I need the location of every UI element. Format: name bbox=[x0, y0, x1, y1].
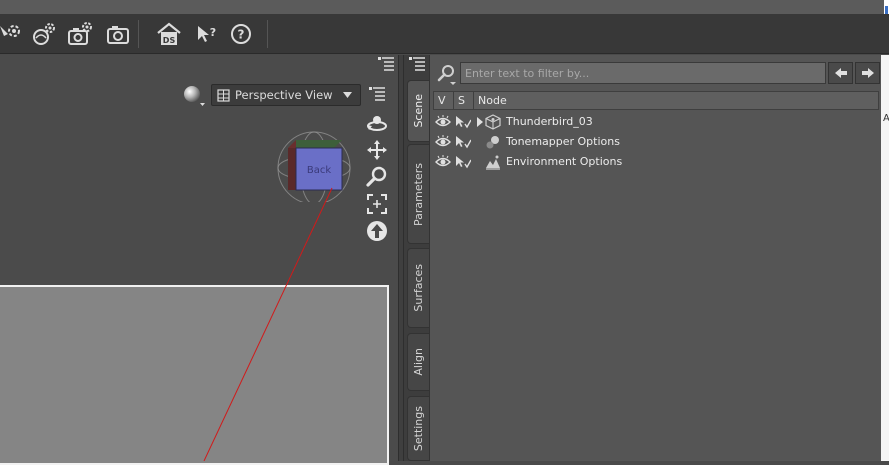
toolbar-separator bbox=[138, 20, 139, 48]
tab-surfaces[interactable]: Surfaces bbox=[407, 248, 429, 328]
arrow-left-icon bbox=[834, 68, 847, 78]
camera-settings-icon[interactable] bbox=[66, 20, 94, 48]
help-icon[interactable]: ? bbox=[227, 20, 255, 48]
draw-style-sphere-icon[interactable] bbox=[181, 84, 205, 108]
tab-surfaces-label: Surfaces bbox=[412, 264, 425, 312]
selectable-pointer-icon[interactable] bbox=[455, 155, 471, 169]
tab-align-label: Align bbox=[412, 348, 425, 376]
main-toolbar: DS ? ? bbox=[0, 14, 889, 54]
pan-icon[interactable] bbox=[365, 138, 389, 162]
selectable-column-header[interactable]: S bbox=[454, 92, 474, 109]
scene-node-label: Tonemapper Options bbox=[506, 135, 620, 148]
scene-node-label: Environment Options bbox=[506, 155, 623, 168]
expand-arrow-icon[interactable] bbox=[476, 117, 484, 127]
scene-node-row[interactable]: Tonemapper Options bbox=[433, 132, 879, 152]
tab-options-menu-icon[interactable] bbox=[409, 57, 425, 71]
tab-scene[interactable]: Scene bbox=[407, 80, 429, 142]
scene-tree-header: V S Node bbox=[433, 91, 879, 110]
svg-text:?: ? bbox=[210, 26, 216, 39]
chevron-down-icon bbox=[343, 92, 352, 98]
tab-parameters[interactable]: Parameters bbox=[407, 144, 429, 244]
visibility-eye-icon[interactable] bbox=[435, 155, 451, 169]
filter-input[interactable] bbox=[460, 62, 826, 84]
previous-match-button[interactable] bbox=[828, 62, 853, 84]
figure-cube-icon bbox=[485, 114, 501, 130]
visible-column-header[interactable]: V bbox=[434, 92, 454, 109]
selectable-pointer-icon[interactable] bbox=[455, 115, 471, 129]
scene-node-row[interactable]: Thunderbird_03 bbox=[433, 112, 879, 132]
perspective-view-dropdown[interactable]: Perspective View bbox=[211, 84, 361, 106]
viewport-canvas[interactable] bbox=[0, 285, 389, 465]
tonemapper-icon bbox=[486, 136, 499, 149]
view-options-menu-icon[interactable] bbox=[369, 87, 385, 101]
node-column-header[interactable]: Node bbox=[474, 92, 878, 109]
adjacent-window-edge bbox=[884, 0, 889, 14]
scene-node-row[interactable]: Environment Options bbox=[433, 152, 879, 172]
camera-icon[interactable] bbox=[104, 20, 132, 48]
adjacent-window-text: A bbox=[883, 113, 889, 124]
perspective-view-label: Perspective View bbox=[235, 88, 333, 102]
selectable-pointer-icon[interactable] bbox=[455, 135, 471, 149]
view-cube[interactable]: Back bbox=[276, 126, 352, 205]
tab-settings[interactable]: Settings bbox=[407, 396, 429, 461]
toolbar-separator bbox=[267, 20, 268, 48]
svg-text:?: ? bbox=[238, 28, 245, 42]
tab-scene-label: Scene bbox=[412, 94, 425, 128]
frame-icon[interactable] bbox=[365, 192, 389, 216]
view-layout-icon bbox=[217, 89, 230, 102]
visibility-eye-icon[interactable] bbox=[435, 135, 451, 149]
orbit-icon[interactable] bbox=[365, 111, 389, 135]
help-pointer-icon[interactable]: ? bbox=[192, 20, 220, 48]
pane-options-menu-icon[interactable] bbox=[378, 57, 394, 71]
light-settings-icon[interactable] bbox=[0, 20, 24, 48]
tab-settings-label: Settings bbox=[412, 405, 425, 452]
visibility-eye-icon[interactable] bbox=[435, 115, 451, 129]
up-arrow-icon[interactable] bbox=[365, 219, 389, 243]
tab-align[interactable]: Align bbox=[407, 333, 429, 391]
scene-node-label: Thunderbird_03 bbox=[506, 115, 593, 128]
arrow-right-icon bbox=[861, 68, 874, 78]
render-settings-icon[interactable] bbox=[30, 20, 58, 48]
search-icon[interactable] bbox=[436, 63, 458, 85]
tab-parameters-label: Parameters bbox=[412, 162, 425, 226]
zoom-icon[interactable] bbox=[365, 165, 389, 189]
view-cube-face-label: Back bbox=[307, 165, 331, 176]
home-ds-icon[interactable]: DS bbox=[155, 20, 183, 48]
ds-logo-text: DS bbox=[163, 36, 176, 45]
environment-icon bbox=[486, 155, 500, 170]
next-match-button[interactable] bbox=[855, 62, 880, 84]
window-top-strip bbox=[0, 0, 889, 14]
